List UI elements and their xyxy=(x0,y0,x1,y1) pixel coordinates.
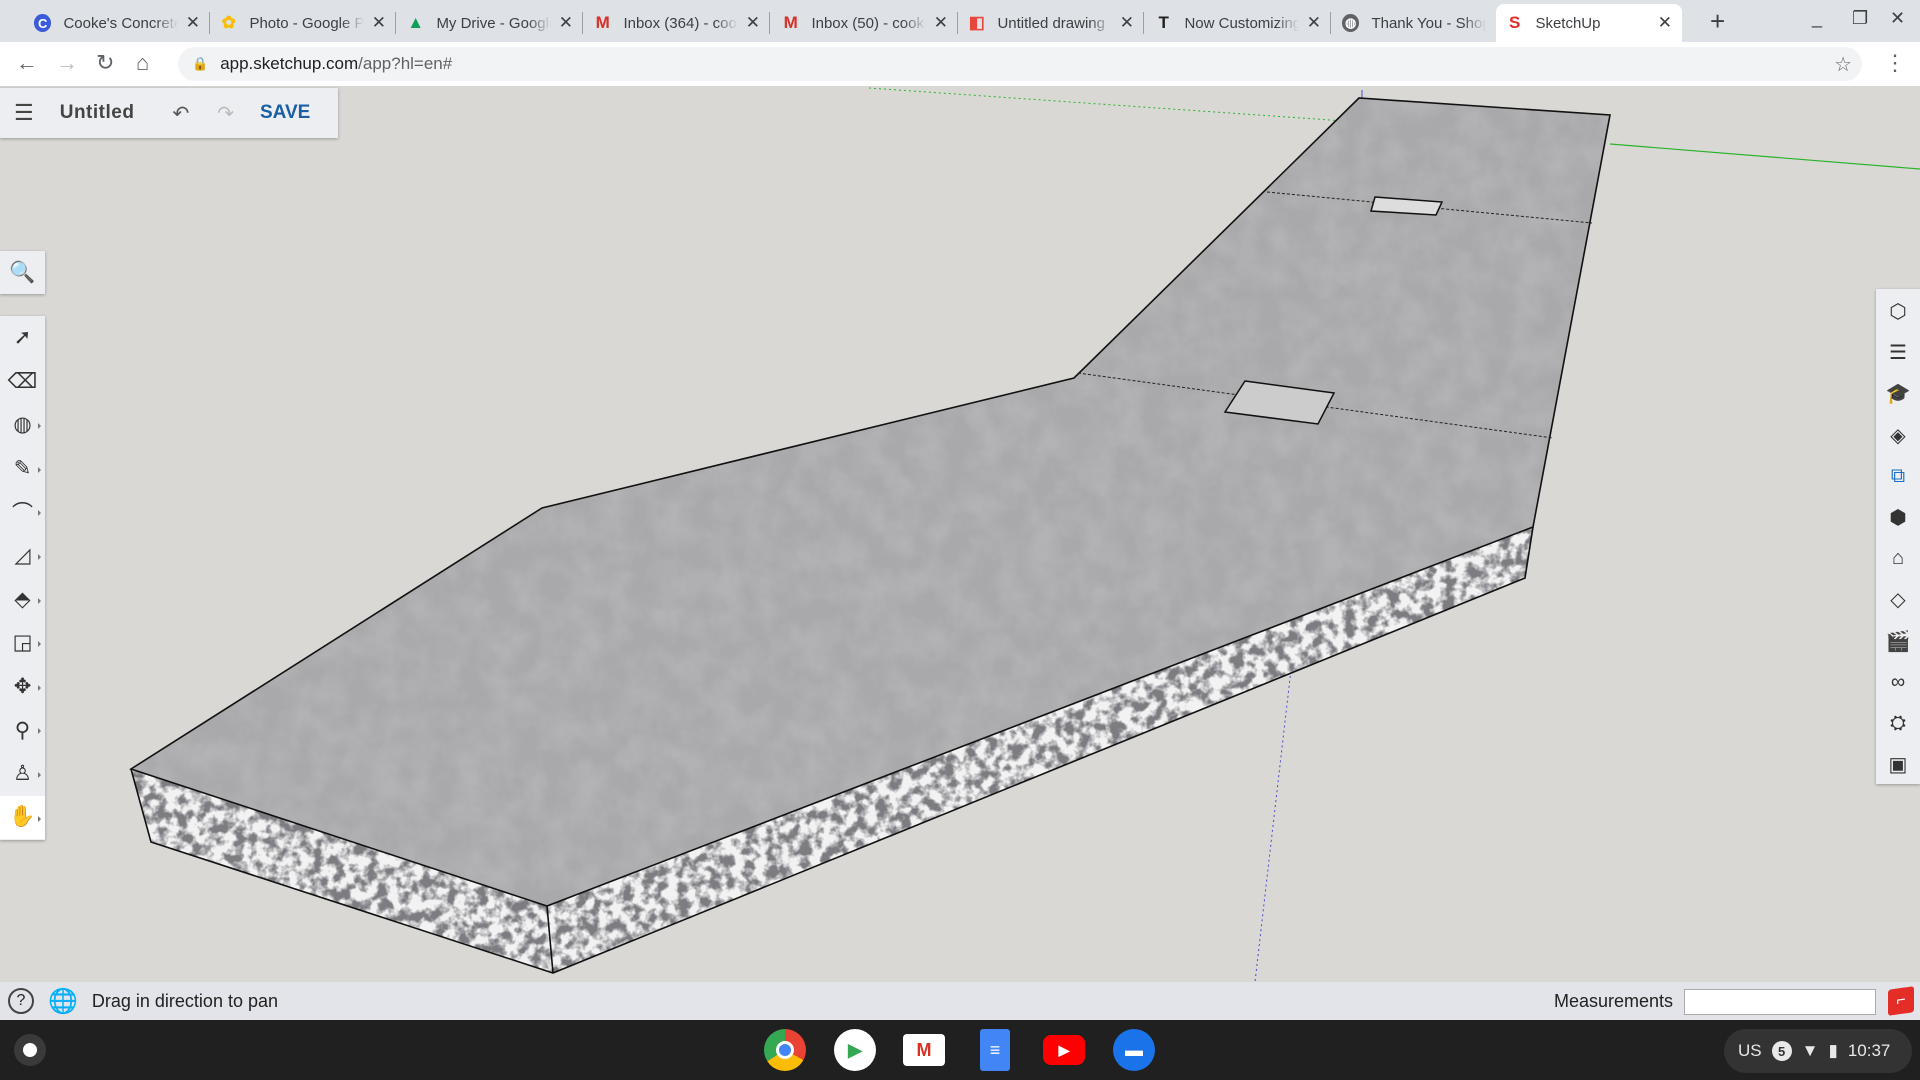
line-tool-icon[interactable]: ✎ xyxy=(0,447,45,491)
walk-tool-icon[interactable]: ♙ xyxy=(0,752,45,796)
launcher-button[interactable] xyxy=(14,1034,46,1066)
eraser-tool-icon[interactable]: ⌫ xyxy=(0,360,45,404)
tape-measure-tool-icon[interactable]: ⚲ xyxy=(0,708,45,752)
help-icon[interactable]: ? xyxy=(8,988,34,1014)
arc-tool-icon[interactable]: ⌒ xyxy=(0,490,45,534)
os-taskbar: ▶ M ≡ ▶ ▬ US 5 ▼ ▮ 10:37 xyxy=(0,1020,1920,1080)
system-tray[interactable]: US 5 ▼ ▮ 10:37 xyxy=(1724,1029,1912,1073)
components-panel-icon[interactable]: ⧉ xyxy=(1876,456,1920,497)
app-header: ☰ Untitled ↶ ↷ SAVE xyxy=(0,88,338,138)
outliner-panel-icon[interactable]: ☰ xyxy=(1876,332,1920,373)
move-tool-icon[interactable]: ✥ xyxy=(0,665,45,709)
youtube-app-icon[interactable]: ▶ xyxy=(1043,1035,1085,1065)
gmail-app-icon[interactable]: M xyxy=(903,1034,945,1066)
solid-inspector-panel-icon[interactable]: ⛭ xyxy=(1876,703,1920,744)
hamburger-menu-icon[interactable]: ☰ xyxy=(14,100,34,126)
docs-app-icon[interactable]: ≡ xyxy=(980,1029,1010,1071)
search-icon[interactable]: 🔍 xyxy=(0,251,45,295)
green-axis xyxy=(1609,143,1920,170)
tags-panel-icon[interactable]: ◇ xyxy=(1876,579,1920,620)
sketchup-logo-icon: ⌐ xyxy=(1888,986,1914,1016)
instructor-panel-icon[interactable]: 🎓 xyxy=(1876,373,1920,414)
play-store-app-icon[interactable]: ▶ xyxy=(834,1029,876,1071)
input-method: US xyxy=(1738,1041,1762,1060)
model-info-panel-icon[interactable]: ▣ xyxy=(1876,744,1920,785)
scenes-panel-icon[interactable]: 🎬 xyxy=(1876,621,1920,662)
globe-icon[interactable]: 🌐 xyxy=(48,987,78,1016)
materials-panel-icon[interactable]: ◈ xyxy=(1876,415,1920,456)
document-title[interactable]: Untitled xyxy=(60,102,135,124)
messages-app-icon[interactable]: ▬ xyxy=(1113,1029,1155,1071)
select-tool-icon[interactable]: ➚ xyxy=(0,316,45,360)
measurements-input[interactable] xyxy=(1684,989,1876,1015)
styles-panel-icon[interactable]: ⬢ xyxy=(1876,497,1920,538)
blue-axis-dotted xyxy=(1254,660,1293,983)
3d-viewport[interactable] xyxy=(0,86,1920,983)
undo-icon[interactable]: ↶ xyxy=(172,101,189,126)
left-toolbar: ➚ ⌫ ◍ ✎ ⌒ ◿ ⬘ ◲ ✥ ⚲ ♙ ✋ xyxy=(0,316,45,840)
chrome-app-icon[interactable] xyxy=(764,1029,806,1071)
wifi-icon: ▼ xyxy=(1801,1041,1819,1060)
views-panel-icon[interactable]: ⌂ xyxy=(1876,538,1920,579)
paint-bucket-tool-icon[interactable]: ◍ xyxy=(0,403,45,447)
entity-info-panel-icon[interactable]: ⬡ xyxy=(1876,291,1920,332)
pan-tool-icon[interactable]: ✋ xyxy=(0,795,45,840)
display-panel-icon[interactable]: ∞ xyxy=(1876,662,1920,703)
save-button[interactable]: SAVE xyxy=(260,102,310,124)
status-bar: ? 🌐 Drag in direction to pan Measurement… xyxy=(0,982,1920,1020)
search-panel: 🔍 xyxy=(0,251,45,294)
model-canvas xyxy=(129,87,1920,983)
rectangle-tool-icon[interactable]: ◿ xyxy=(0,534,45,578)
measurements-label: Measurements xyxy=(1554,990,1674,1011)
clock: 10:37 xyxy=(1847,1041,1891,1060)
push-pull-tool-icon[interactable]: ⬘ xyxy=(0,578,45,622)
battery-icon: ▮ xyxy=(1828,1041,1838,1060)
status-message: Drag in direction to pan xyxy=(91,990,278,1011)
redo-icon[interactable]: ↷ xyxy=(217,101,234,126)
offset-tool-icon[interactable]: ◲ xyxy=(0,621,45,665)
notification-count: 5 xyxy=(1771,1041,1792,1061)
green-axis-dotted xyxy=(868,87,1360,123)
right-panel-toolbar: ⬡ ☰ 🎓 ◈ ⧉ ⬢ ⌂ ◇ 🎬 ∞ ⛭ ▣ xyxy=(1876,289,1920,784)
